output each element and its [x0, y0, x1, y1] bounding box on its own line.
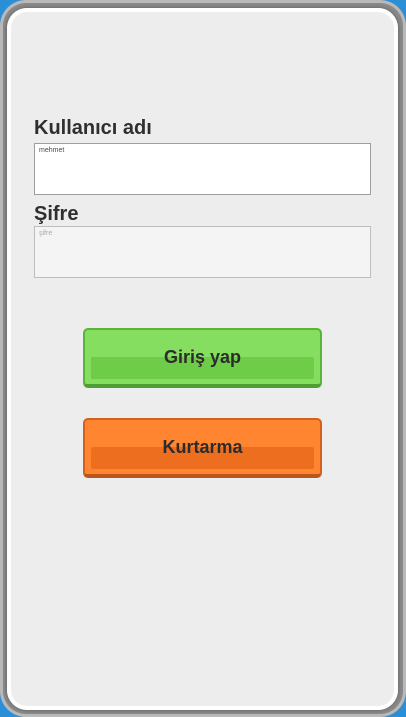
password-label: Şifre [34, 203, 79, 225]
username-field[interactable]: mehmet [34, 143, 371, 195]
login-button[interactable]: Giriş yap [83, 328, 322, 388]
recover-button-label: Kurtarma [162, 436, 243, 457]
username-label: Kullanıcı adı [34, 117, 152, 139]
login-button-label: Giriş yap [163, 346, 242, 367]
password-field[interactable]: şifre [34, 226, 371, 278]
recover-button[interactable]: Kurtarma [83, 418, 322, 478]
